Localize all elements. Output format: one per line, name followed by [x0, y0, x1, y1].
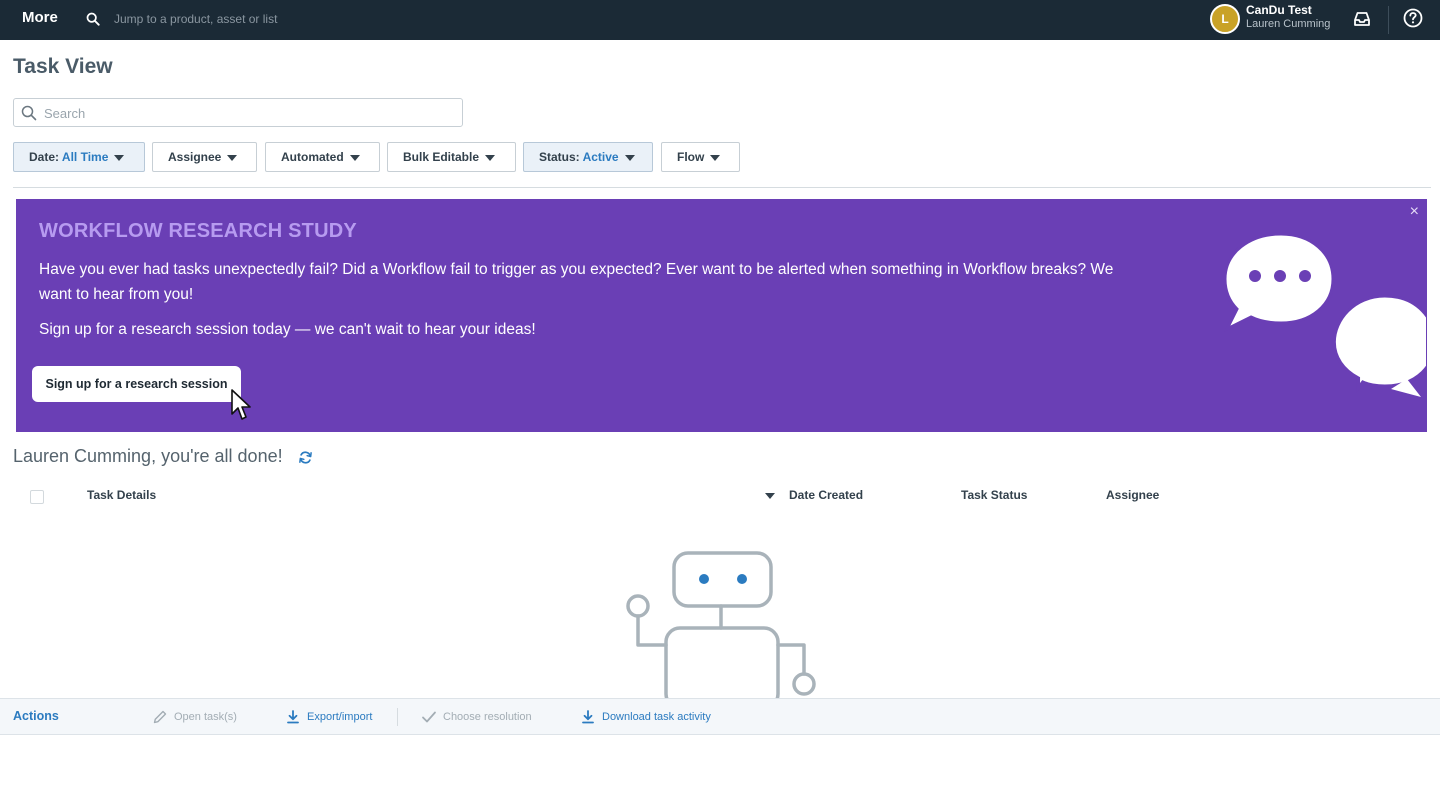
caret-down-icon — [710, 154, 721, 161]
bulk-editable-filter-dropdown[interactable]: Bulk Editable — [387, 142, 516, 172]
caret-down-icon — [114, 154, 125, 161]
account-name[interactable]: CanDu Test — [1246, 3, 1312, 17]
column-date-created[interactable]: Date Created — [789, 488, 863, 502]
export-import-button[interactable]: Export/import — [285, 699, 380, 735]
download-icon — [287, 710, 299, 724]
automated-filter-label: Automated — [281, 150, 344, 164]
column-assignee[interactable]: Assignee — [1106, 488, 1159, 502]
search-input[interactable] — [44, 103, 454, 123]
pencil-icon — [153, 710, 167, 724]
banner-description: Have you ever had tasks unexpectedly fai… — [39, 261, 1114, 303]
mouse-cursor-icon — [231, 389, 251, 420]
assignee-filter-label: Assignee — [168, 150, 222, 164]
robot-illustration — [626, 551, 816, 700]
caret-down-icon — [349, 154, 360, 161]
top-navigation-bar: More Jump to a product, asset or list L … — [0, 0, 1440, 40]
flow-filter-label: Flow — [677, 150, 705, 164]
account-user[interactable]: Lauren Cumming — [1246, 18, 1330, 30]
column-task-details[interactable]: Task Details — [87, 488, 156, 502]
flow-filter-dropdown[interactable]: Flow — [661, 142, 740, 172]
refresh-icon[interactable] — [298, 450, 313, 465]
choose-resolution-label: Choose resolution — [443, 711, 532, 723]
topbar-divider — [1388, 6, 1389, 34]
completion-message: Lauren Cumming, you're all done! — [13, 446, 283, 466]
actions-separator — [397, 708, 398, 726]
global-search-input[interactable]: Jump to a product, asset or list — [114, 12, 277, 26]
assignee-filter-dropdown[interactable]: Assignee — [152, 142, 257, 172]
sort-descending-icon[interactable] — [765, 493, 775, 499]
column-task-status[interactable]: Task Status — [961, 488, 1027, 502]
research-study-banner: × WORKFLOW RESEARCH STUDY Have you ever … — [16, 199, 1427, 432]
inbox-icon[interactable] — [1352, 9, 1372, 29]
avatar[interactable]: L — [1210, 4, 1240, 34]
chat-bubbles-icon — [1223, 232, 1426, 397]
help-icon[interactable] — [1403, 8, 1423, 28]
open-tasks-label: Open task(s) — [174, 711, 237, 723]
automated-filter-dropdown[interactable]: Automated — [265, 142, 380, 172]
banner-title: WORKFLOW RESEARCH STUDY — [39, 220, 357, 242]
open-tasks-button[interactable]: Open task(s) — [152, 699, 242, 735]
table-header: Task Details Date Created Task Status As… — [0, 486, 1440, 508]
caret-down-icon — [485, 154, 496, 161]
checkmark-icon — [422, 711, 436, 723]
download-task-activity-label: Download task activity — [602, 711, 711, 723]
page-title: Task View — [13, 55, 113, 78]
banner-call-to-action-text: Sign up for a research session today — w… — [39, 321, 536, 338]
choose-resolution-button[interactable]: Choose resolution — [421, 699, 541, 735]
caret-down-icon — [624, 154, 635, 161]
status-filter-label: Status: — [539, 150, 583, 164]
date-filter-dropdown[interactable]: Date: All Time — [13, 142, 145, 172]
caret-down-icon — [227, 154, 238, 161]
search-field[interactable] — [13, 98, 463, 127]
close-icon[interactable]: × — [1410, 204, 1419, 220]
status-filter-value: Active — [582, 150, 619, 164]
date-filter-label: Date: — [29, 150, 62, 164]
download-icon — [582, 710, 594, 724]
bulk-editable-filter-label: Bulk Editable — [403, 150, 480, 164]
date-filter-value: All Time — [61, 150, 109, 164]
actions-title: Actions — [13, 709, 59, 723]
more-menu-button[interactable]: More — [22, 9, 58, 26]
status-filter-dropdown[interactable]: Status: Active — [523, 142, 653, 172]
search-icon[interactable] — [86, 12, 100, 26]
section-divider — [13, 187, 1431, 188]
export-import-label: Export/import — [307, 711, 373, 723]
select-all-checkbox[interactable] — [30, 490, 44, 504]
actions-toolbar: Actions Open task(s) Export/import Choos… — [0, 698, 1440, 735]
download-task-activity-button[interactable]: Download task activity — [580, 699, 720, 735]
sign-up-research-button[interactable]: Sign up for a research session — [32, 366, 241, 402]
search-icon — [21, 105, 37, 121]
